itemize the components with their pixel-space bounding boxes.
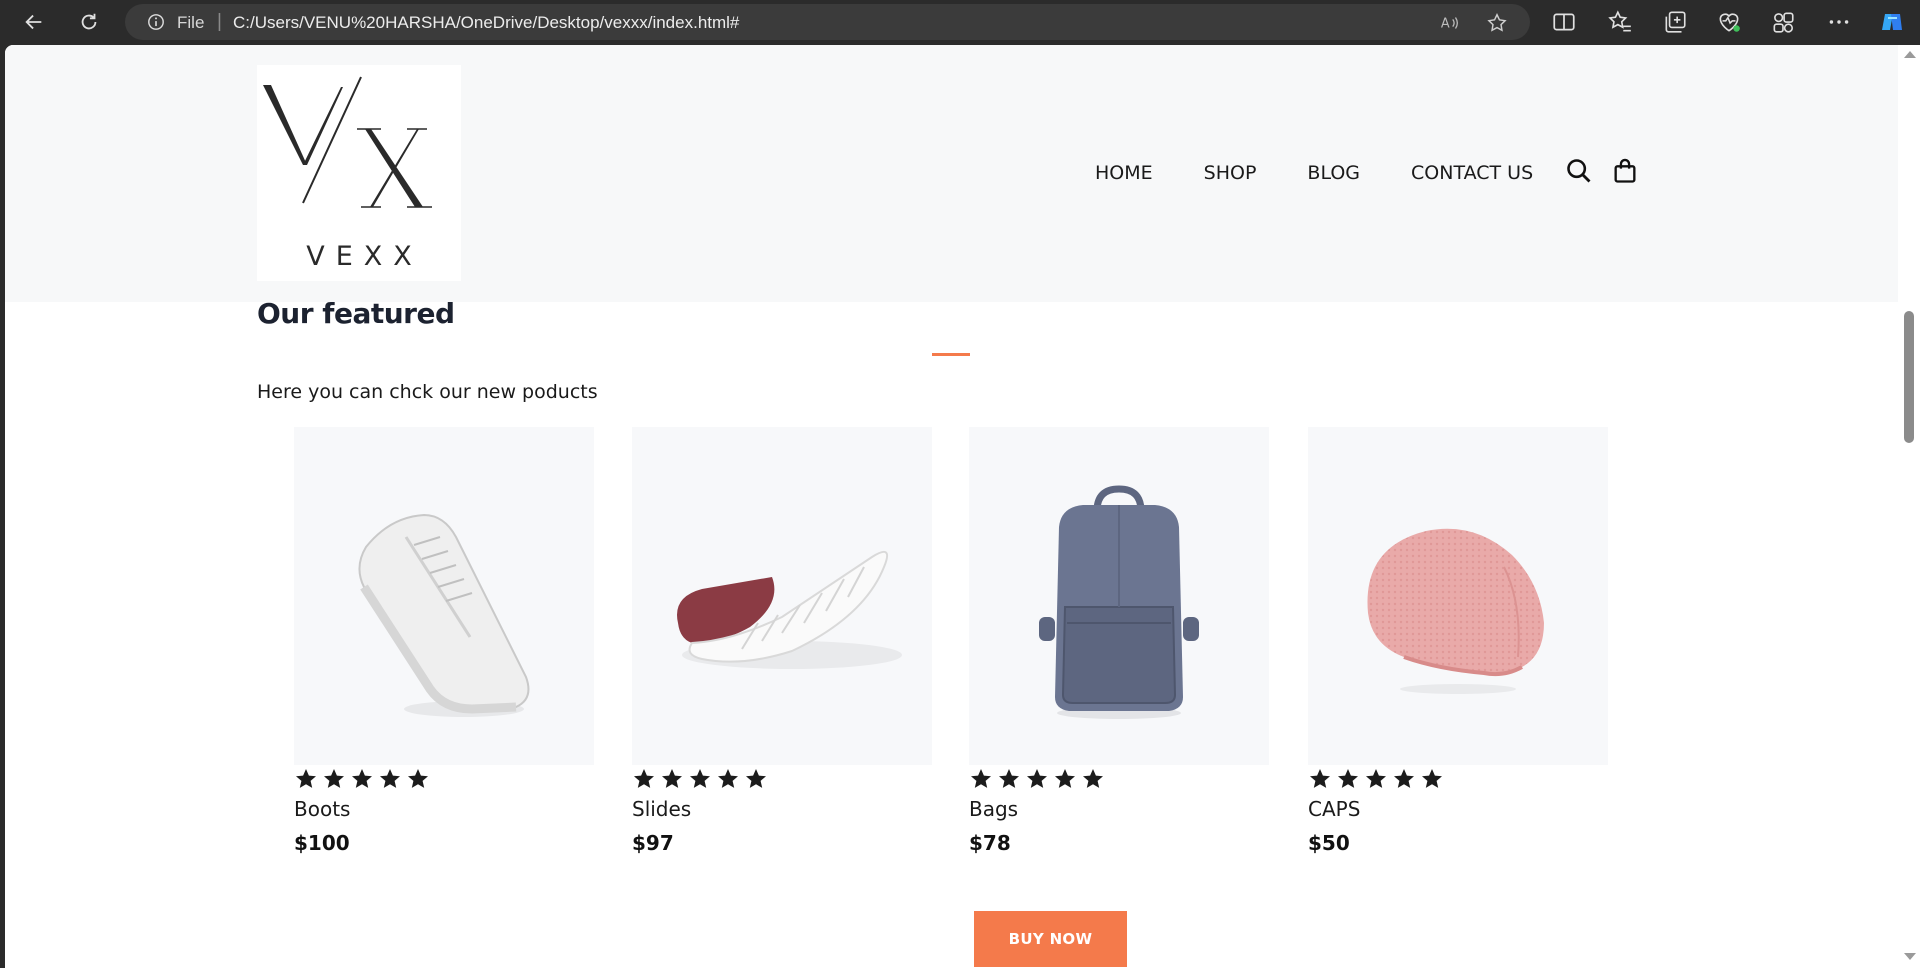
reload-button[interactable] <box>73 6 105 38</box>
star-icon <box>296 769 316 788</box>
split-screen-icon[interactable] <box>1551 9 1577 35</box>
svg-text:A: A <box>1441 17 1450 32</box>
star-icon <box>1027 769 1047 788</box>
address-file-label: File <box>177 13 205 32</box>
star-icon <box>1055 769 1075 788</box>
star-icon <box>1394 769 1414 788</box>
nav-blog[interactable]: BLOG <box>1307 162 1360 184</box>
shopping-bag-icon[interactable] <box>1611 157 1639 185</box>
blue-backpack-image <box>1039 485 1199 719</box>
star-icon <box>718 769 738 788</box>
star-icon <box>324 769 344 788</box>
reload-icon <box>81 13 97 30</box>
product-price: $97 <box>632 831 674 855</box>
scroll-down-arrow-icon[interactable] <box>1904 953 1916 960</box>
page-viewport: VEXX HOME SHOP BLOG CONTACT US Our featu… <box>5 45 1898 968</box>
title-accent-line <box>932 353 970 356</box>
star-icon <box>746 769 766 788</box>
product-name: Boots <box>294 797 351 821</box>
product-image-beanie[interactable] <box>1308 427 1608 765</box>
featured-title: Our featured <box>257 297 455 330</box>
rating-stars <box>1308 767 1610 793</box>
info-icon[interactable] <box>147 13 165 31</box>
star-icon <box>690 769 710 788</box>
maroon-slip-on-shoe-image <box>677 550 902 669</box>
collections-icon[interactable] <box>1662 9 1688 35</box>
product-name: CAPS <box>1308 797 1361 821</box>
search-icon[interactable] <box>1565 157 1593 185</box>
nav-contact-us[interactable]: CONTACT US <box>1411 162 1533 184</box>
logo-wordmark: VEXX <box>306 241 423 272</box>
rating-stars <box>969 767 1271 793</box>
nav-home[interactable]: HOME <box>1095 162 1153 184</box>
product-price: $50 <box>1308 831 1350 855</box>
favorite-star-icon[interactable] <box>1486 12 1508 34</box>
address-separator: | <box>217 11 222 32</box>
product-price: $78 <box>969 831 1011 855</box>
star-icon <box>1338 769 1358 788</box>
address-bar[interactable]: File | C:/Users/VENU%20HARSHA/OneDrive/D… <box>125 4 1530 40</box>
main-nav: HOME SHOP BLOG CONTACT US <box>1095 162 1533 184</box>
back-button[interactable] <box>18 6 50 38</box>
nav-shop[interactable]: SHOP <box>1204 162 1257 184</box>
white-sneaker-image <box>358 513 530 717</box>
star-icon <box>1366 769 1386 788</box>
vertical-scrollbar[interactable] <box>1898 45 1920 968</box>
pink-beanie-image <box>1367 528 1544 694</box>
more-options-icon[interactable] <box>1826 9 1852 35</box>
site-header: VEXX HOME SHOP BLOG CONTACT US <box>5 45 1898 302</box>
product-name: Slides <box>632 797 692 821</box>
browser-essentials-icon[interactable] <box>1716 9 1742 35</box>
site-logo[interactable]: VEXX <box>257 65 461 281</box>
copilot-icon[interactable] <box>1879 9 1905 35</box>
extensions-icon[interactable] <box>1770 9 1796 35</box>
rating-stars <box>294 767 596 793</box>
star-icon <box>1422 769 1442 788</box>
star-icon <box>380 769 400 788</box>
star-icon <box>971 769 991 788</box>
product-card[interactable]: Boots $100 <box>294 427 596 855</box>
product-card[interactable]: CAPS $50 <box>1308 427 1610 855</box>
star-icon <box>352 769 372 788</box>
star-icon <box>408 769 428 788</box>
read-aloud-icon[interactable]: A <box>1439 12 1461 34</box>
browser-toolbar: File | C:/Users/VENU%20HARSHA/OneDrive/D… <box>0 0 1920 44</box>
product-card[interactable]: Slides $97 <box>632 427 934 855</box>
address-url[interactable]: C:/Users/VENU%20HARSHA/OneDrive/Desktop/… <box>233 13 739 33</box>
product-image-slip-on[interactable] <box>632 427 932 765</box>
rating-stars <box>632 767 934 793</box>
star-icon <box>634 769 654 788</box>
star-icon <box>662 769 682 788</box>
featured-subtitle: Here you can chck our new poducts <box>257 381 598 403</box>
product-image-sneaker[interactable] <box>294 427 594 765</box>
scroll-thumb[interactable] <box>1904 311 1914 443</box>
back-arrow-icon <box>25 14 42 30</box>
star-icon <box>999 769 1019 788</box>
star-icon <box>1310 769 1330 788</box>
star-icon <box>1083 769 1103 788</box>
product-image-backpack[interactable] <box>969 427 1269 765</box>
product-price: $100 <box>294 831 350 855</box>
buy-now-button[interactable]: BUY NOW <box>974 911 1127 967</box>
product-card[interactable]: Bags $78 <box>969 427 1271 855</box>
product-name: Bags <box>969 797 1019 821</box>
scroll-up-arrow-icon[interactable] <box>1904 51 1916 58</box>
favorites-icon[interactable] <box>1607 9 1633 35</box>
